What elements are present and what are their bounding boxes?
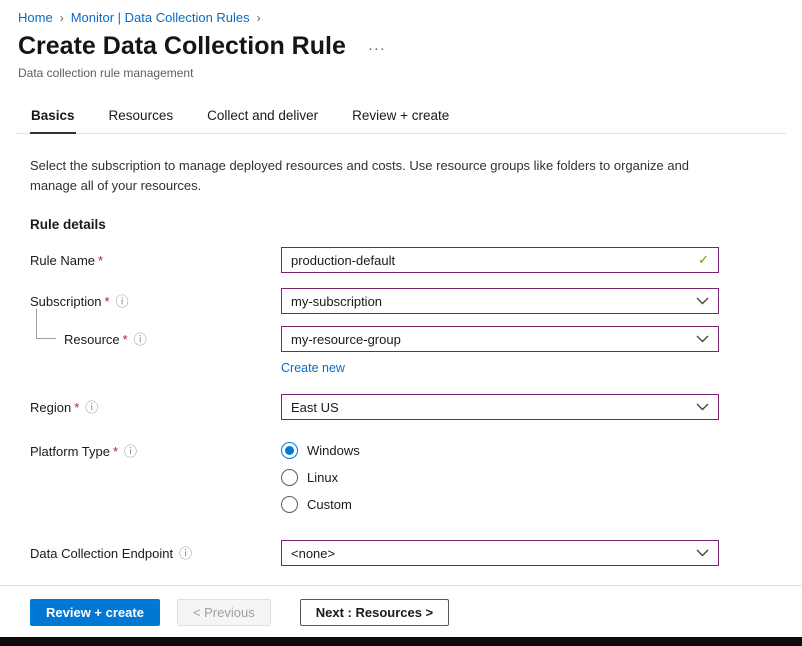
subscription-label: Subscription* ⓘ xyxy=(30,294,281,309)
platform-type-label: Platform Type* ⓘ xyxy=(30,440,281,459)
required-marker: * xyxy=(98,253,103,268)
resource-value: my-resource-group xyxy=(291,332,401,347)
region-dropdown[interactable]: East US xyxy=(281,394,719,420)
page-subtitle: Data collection rule management xyxy=(18,66,802,80)
resource-label: Resource* ⓘ xyxy=(30,332,281,347)
create-new-link[interactable]: Create new xyxy=(281,361,345,375)
radio-custom-label: Custom xyxy=(307,497,352,512)
previous-button[interactable]: < Previous xyxy=(177,599,271,626)
platform-type-row: Platform Type* ⓘ Windows Linux Custom xyxy=(30,440,802,514)
breadcrumb-separator-icon: › xyxy=(60,11,64,25)
info-icon[interactable]: ⓘ xyxy=(116,295,129,308)
info-icon[interactable]: ⓘ xyxy=(134,333,147,346)
required-marker: * xyxy=(123,332,128,347)
info-icon[interactable]: ⓘ xyxy=(124,445,137,458)
required-marker: * xyxy=(113,444,118,459)
required-marker: * xyxy=(105,294,110,309)
radio-unselected-icon xyxy=(281,469,298,486)
platform-type-radio-group: Windows Linux Custom xyxy=(281,440,360,514)
next-resources-button[interactable]: Next : Resources > xyxy=(300,599,449,626)
review-create-button[interactable]: Review + create xyxy=(30,599,160,626)
bottom-bar xyxy=(0,637,802,646)
rule-name-input[interactable] xyxy=(291,253,690,268)
resource-row: Resource* ⓘ my-resource-group xyxy=(30,326,802,352)
radio-linux[interactable]: Linux xyxy=(281,467,360,487)
page-title: Create Data Collection Rule xyxy=(18,32,346,61)
tab-resources[interactable]: Resources xyxy=(108,108,175,133)
more-options-button[interactable]: ··· xyxy=(362,35,392,58)
info-icon[interactable]: ⓘ xyxy=(85,401,98,414)
rule-name-field: ✓ xyxy=(281,247,719,273)
chevron-down-icon xyxy=(696,403,709,411)
subscription-value: my-subscription xyxy=(291,294,382,309)
footer-action-bar: Review + create < Previous Next : Resour… xyxy=(0,585,802,637)
breadcrumb-link-monitor-dcr[interactable]: Monitor | Data Collection Rules xyxy=(71,10,250,25)
create-new-row: Create new xyxy=(281,359,802,377)
basics-form: Rule Name* ✓ Subscription* ⓘ my-subscrip… xyxy=(30,247,802,566)
region-value: East US xyxy=(291,400,339,415)
rule-name-label: Rule Name* xyxy=(30,253,281,268)
tab-basics[interactable]: Basics xyxy=(30,108,76,134)
region-row: Region* ⓘ East US xyxy=(30,394,802,420)
section-title-rule-details: Rule details xyxy=(30,217,802,232)
data-collection-endpoint-dropdown[interactable]: <none> xyxy=(281,540,719,566)
region-label: Region* ⓘ xyxy=(30,400,281,415)
tree-connector xyxy=(36,309,56,339)
subscription-dropdown[interactable]: my-subscription xyxy=(281,288,719,314)
data-collection-endpoint-row: Data Collection Endpoint ⓘ <none> xyxy=(30,540,802,566)
radio-windows-label: Windows xyxy=(307,443,360,458)
chevron-down-icon xyxy=(696,335,709,343)
breadcrumb: Home › Monitor | Data Collection Rules › xyxy=(0,0,802,25)
subscription-row: Subscription* ⓘ my-subscription xyxy=(30,288,802,314)
breadcrumb-separator-icon: › xyxy=(257,11,261,25)
breadcrumb-link-home[interactable]: Home xyxy=(18,10,53,25)
radio-custom[interactable]: Custom xyxy=(281,494,360,514)
description-text: Select the subscription to manage deploy… xyxy=(30,156,695,195)
resource-dropdown[interactable]: my-resource-group xyxy=(281,326,719,352)
data-collection-endpoint-label: Data Collection Endpoint ⓘ xyxy=(30,546,281,561)
info-icon[interactable]: ⓘ xyxy=(179,547,192,560)
valid-check-icon: ✓ xyxy=(698,252,709,268)
tab-collect-and-deliver[interactable]: Collect and deliver xyxy=(206,108,319,133)
radio-unselected-icon xyxy=(281,496,298,513)
rule-name-row: Rule Name* ✓ xyxy=(30,247,802,273)
chevron-down-icon xyxy=(696,549,709,557)
endpoint-value: <none> xyxy=(291,546,335,561)
required-marker: * xyxy=(74,400,79,415)
radio-windows[interactable]: Windows xyxy=(281,440,360,460)
radio-linux-label: Linux xyxy=(307,470,338,485)
radio-selected-icon xyxy=(281,442,298,459)
chevron-down-icon xyxy=(696,297,709,305)
page-header: Create Data Collection Rule ··· xyxy=(18,32,802,61)
tab-review-create[interactable]: Review + create xyxy=(351,108,450,133)
tab-bar: Basics Resources Collect and deliver Rev… xyxy=(16,108,786,134)
